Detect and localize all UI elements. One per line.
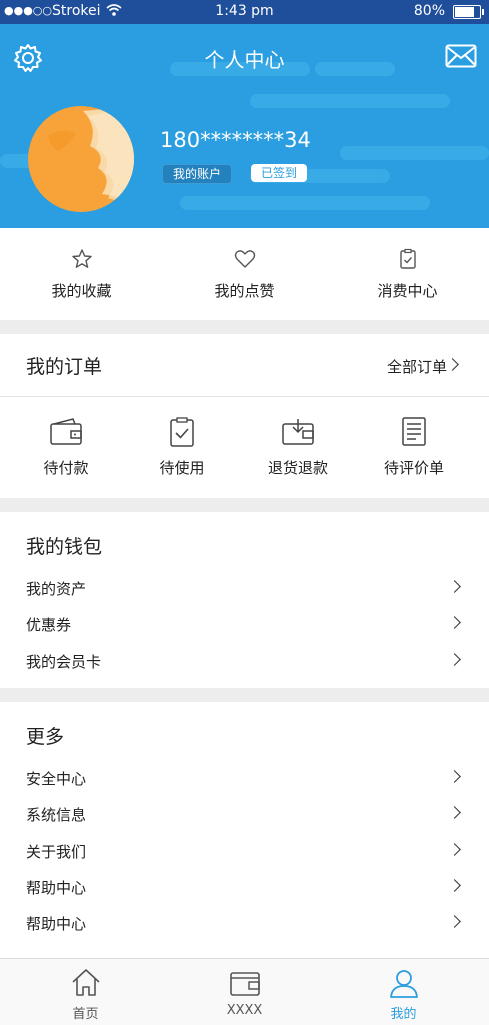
chevron-right-icon	[448, 653, 461, 666]
tab-xxxx-label: XXXX	[226, 1003, 263, 1018]
order-returns-refunds[interactable]: 退货退款	[240, 397, 356, 498]
profile-header: 个人中心 180********34 我的账户 已签到	[0, 24, 489, 228]
status-bar: ●●●○○ Strokei 1:43 pm 80%	[0, 0, 489, 24]
chevron-right-icon	[448, 806, 461, 819]
clipboard-check-icon	[170, 417, 194, 447]
quick-consumption-center[interactable]: 消费中心	[326, 228, 489, 320]
quick-favorites[interactable]: 我的收藏	[0, 228, 163, 320]
wallet-row-member-card[interactable]: 我的会员卡	[0, 643, 489, 679]
star-icon	[72, 249, 92, 268]
heart-icon	[234, 250, 256, 268]
more-row-system-info[interactable]: 系统信息	[0, 796, 489, 832]
mail-icon[interactable]	[445, 44, 477, 72]
quick-consumption-center-label: 消费中心	[377, 282, 438, 300]
wallet-icon	[50, 418, 82, 445]
quick-actions: 我的收藏 我的点赞 消费中心	[0, 228, 489, 320]
order-pending-review[interactable]: 待评价单	[356, 397, 472, 498]
more-row-label: 安全中心	[26, 770, 87, 788]
tab-home-label: 首页	[72, 1007, 99, 1022]
bottom-tab-bar: 首页 XXXX 我的	[0, 958, 489, 1025]
page-title: 个人中心	[204, 48, 285, 72]
more-row-label: 帮助中心	[26, 915, 87, 933]
battery-percent: 80%	[413, 3, 445, 19]
chevron-right-icon	[448, 580, 461, 593]
order-to-use-label: 待使用	[159, 459, 205, 477]
more-row-label: 关于我们	[26, 843, 87, 861]
orders-header: 我的订单 全部订单	[0, 334, 489, 397]
order-pending-review-label: 待评价单	[383, 459, 444, 477]
tab-mine[interactable]: 我的	[322, 959, 485, 1025]
battery-icon	[453, 5, 484, 19]
tab-xxxx[interactable]: XXXX	[163, 959, 326, 1025]
more-row-about-us[interactable]: 关于我们	[0, 833, 489, 869]
order-pending-payment-label: 待付款	[43, 459, 89, 477]
more-row-help-center-2[interactable]: 帮助中心	[0, 905, 489, 941]
more-title: 更多	[26, 726, 65, 748]
wallet-row-coupons[interactable]: 优惠券	[0, 606, 489, 642]
more-row-label: 帮助中心	[26, 879, 87, 897]
document-icon	[402, 417, 426, 446]
wallet-row-label: 我的资产	[26, 580, 87, 598]
wallet-icon	[230, 972, 260, 996]
more-row-security-center[interactable]: 安全中心	[0, 760, 489, 796]
orders-status-row: 待付款 待使用 退货退款 待评价单	[0, 397, 489, 498]
home-icon	[72, 969, 100, 996]
quick-likes[interactable]: 我的点赞	[163, 228, 326, 320]
quick-favorites-label: 我的收藏	[51, 282, 112, 300]
account-badge[interactable]: 我的账户	[162, 164, 233, 184]
wallet-title: 我的钱包	[26, 536, 103, 558]
return-icon	[282, 419, 314, 445]
wallet-row-label: 优惠券	[26, 616, 72, 634]
chevron-right-icon	[448, 915, 461, 928]
user-icon	[390, 970, 418, 998]
order-returns-refunds-label: 退货退款	[267, 459, 328, 477]
order-pending-payment[interactable]: 待付款	[8, 397, 124, 498]
tab-mine-label: 我的	[390, 1007, 417, 1022]
user-phone: 180********34	[160, 128, 311, 152]
chevron-right-icon	[448, 770, 461, 783]
chevron-right-icon	[448, 843, 461, 856]
all-orders-link[interactable]: 全部订单	[387, 356, 447, 377]
chevron-right-icon	[446, 358, 459, 371]
chevron-right-icon	[448, 616, 461, 629]
order-to-use[interactable]: 待使用	[124, 397, 240, 498]
more-section: 更多 安全中心 系统信息 关于我们 帮助中心 帮助中心	[0, 702, 489, 958]
clipboard-icon	[400, 248, 416, 269]
more-row-help-center[interactable]: 帮助中心	[0, 869, 489, 905]
chevron-right-icon	[448, 879, 461, 892]
more-row-label: 系统信息	[26, 806, 87, 824]
avatar[interactable]	[28, 106, 134, 212]
tab-home[interactable]: 首页	[4, 959, 167, 1025]
quick-likes-label: 我的点赞	[214, 282, 275, 300]
signed-in-badge[interactable]: 已签到	[251, 164, 308, 182]
wallet-row-assets[interactable]: 我的资产	[0, 570, 489, 606]
orders-title: 我的订单	[26, 356, 103, 378]
wallet-section: 我的钱包 我的资产 优惠券 我的会员卡	[0, 512, 489, 688]
wallet-row-label: 我的会员卡	[26, 653, 102, 671]
